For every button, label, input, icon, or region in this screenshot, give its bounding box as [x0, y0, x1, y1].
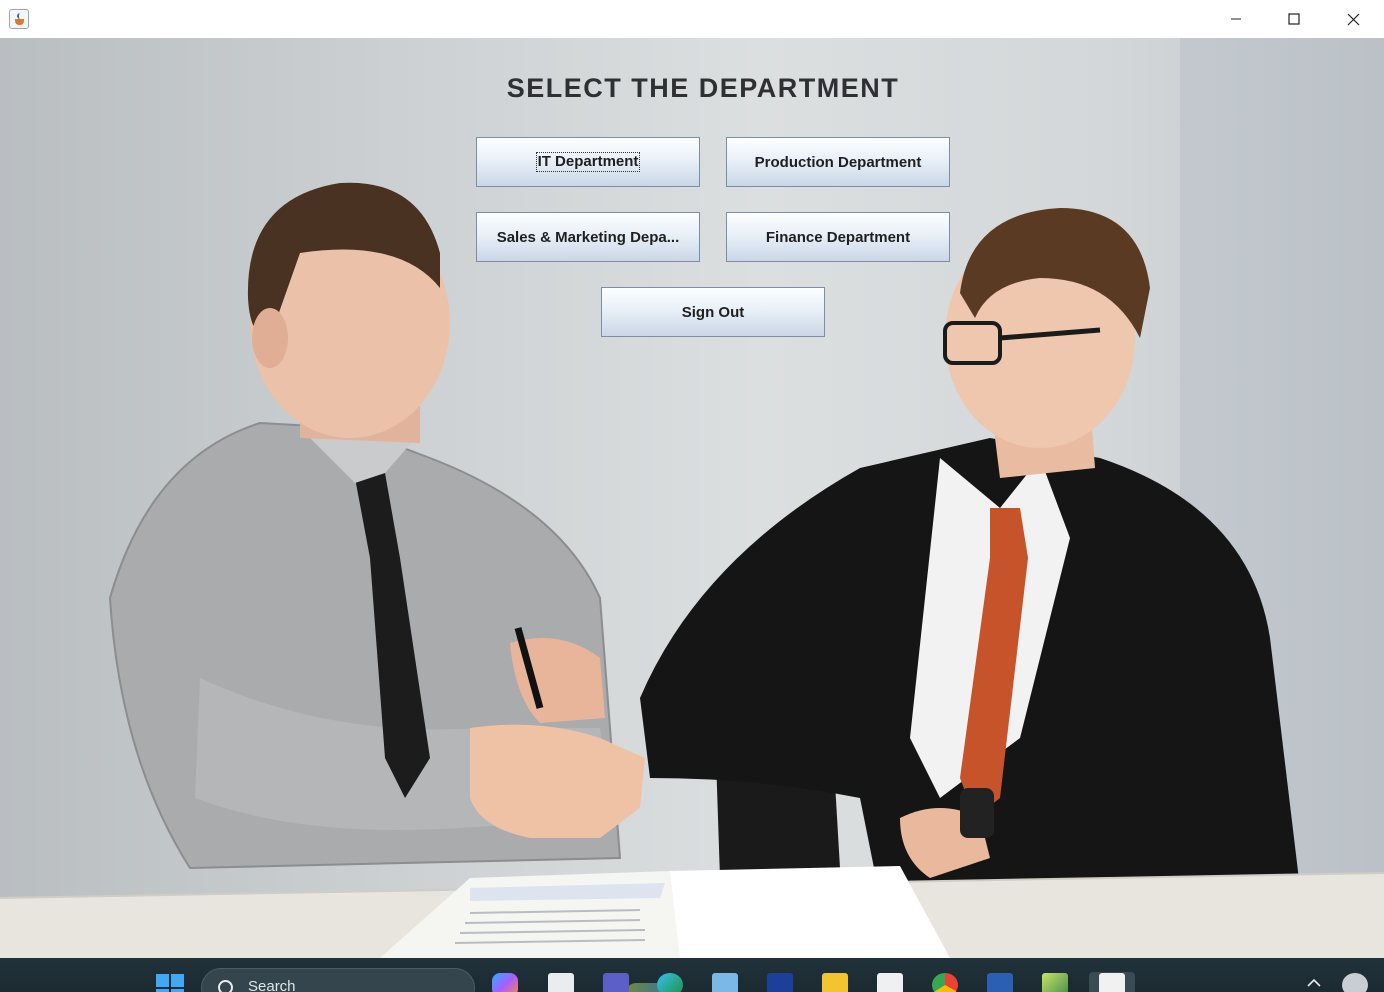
store-icon[interactable]: [877, 973, 903, 992]
teams-icon[interactable]: [603, 973, 629, 992]
close-icon: [1347, 13, 1359, 25]
taskbar: Search: [0, 958, 1384, 992]
copilot-icon[interactable]: [492, 973, 518, 992]
app-cube-icon[interactable]: [1042, 973, 1068, 992]
java-app-icon[interactable]: [9, 9, 29, 29]
it-department-button[interactable]: IT Department: [476, 137, 700, 187]
production-department-button[interactable]: Production Department: [726, 137, 950, 187]
minimize-icon: [1231, 18, 1241, 20]
app-icon[interactable]: [712, 973, 738, 992]
chrome-icon[interactable]: [932, 973, 958, 992]
search-placeholder: Search: [248, 978, 296, 992]
it-department-label: IT Department: [535, 152, 641, 172]
start-icon[interactable]: [156, 974, 184, 992]
minimize-button[interactable]: [1207, 0, 1265, 38]
java-app-taskbar-button[interactable]: [1089, 972, 1135, 992]
app-window: SELECT THE DEPARTMENT IT Department Prod…: [0, 0, 1384, 958]
java-app-icon: [1099, 973, 1125, 992]
edge-icon[interactable]: [657, 973, 683, 992]
maximize-icon: [1288, 13, 1300, 25]
finance-department-button[interactable]: Finance Department: [726, 212, 950, 262]
page-title: SELECT THE DEPARTMENT: [506, 73, 900, 103]
tray-app-icon[interactable]: [1342, 973, 1368, 992]
word-icon[interactable]: [987, 973, 1013, 992]
close-button[interactable]: [1324, 0, 1382, 38]
sales-marketing-department-button[interactable]: Sales & Marketing Depa...: [476, 212, 700, 262]
chevron-up-icon[interactable]: [1306, 978, 1322, 988]
task-view-icon[interactable]: [548, 973, 574, 992]
file-explorer-icon[interactable]: [822, 973, 848, 992]
launcher-icon[interactable]: [767, 973, 793, 992]
sign-out-button[interactable]: Sign Out: [601, 287, 825, 337]
content-panel: SELECT THE DEPARTMENT IT Department Prod…: [0, 38, 1384, 958]
taskbar-search[interactable]: Search: [201, 968, 672, 992]
title-bar: [0, 0, 1384, 39]
search-icon: [218, 980, 233, 992]
maximize-button[interactable]: [1265, 0, 1323, 38]
